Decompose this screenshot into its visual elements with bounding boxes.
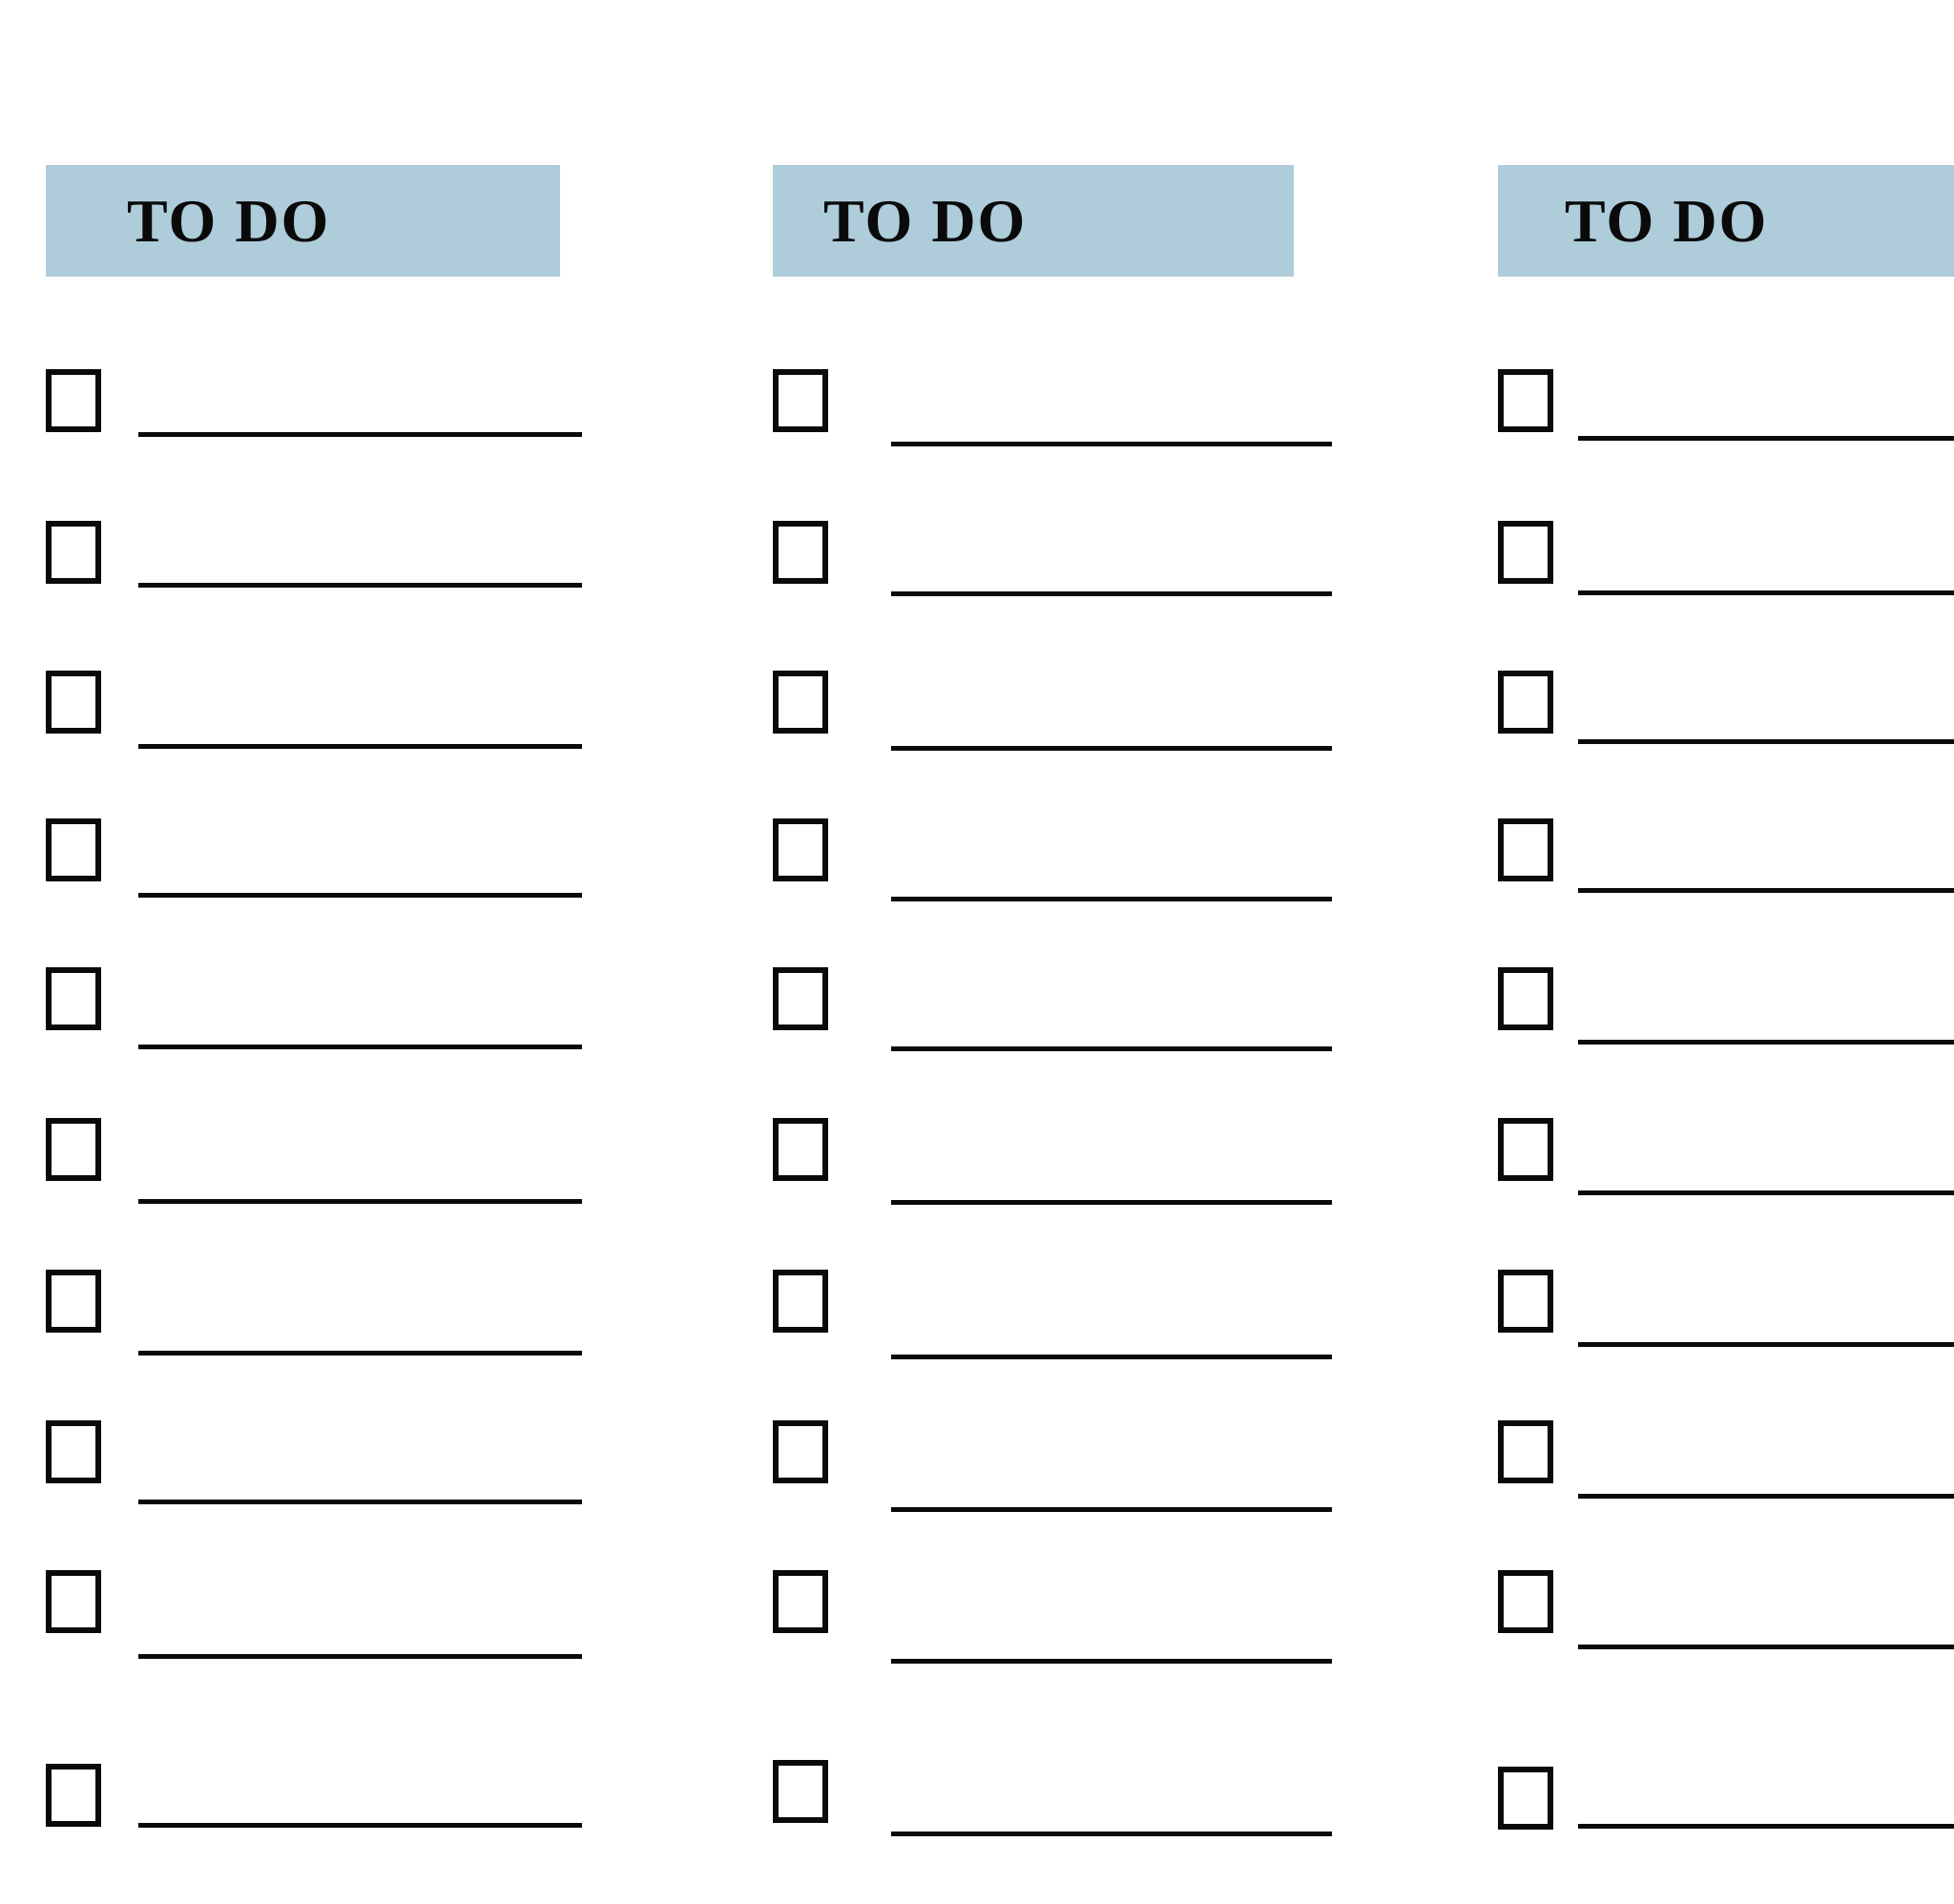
todo-write-line[interactable] — [1578, 1645, 1954, 1649]
todo-checkbox[interactable] — [1498, 967, 1553, 1030]
todo-checkbox[interactable] — [773, 521, 828, 584]
todo-checkbox[interactable] — [773, 1270, 828, 1333]
todo-checkbox[interactable] — [773, 1760, 828, 1823]
todo-column-1: TO DO — [46, 0, 618, 1904]
todo-checkbox[interactable] — [1498, 1270, 1553, 1333]
todo-write-line[interactable] — [138, 744, 582, 749]
todo-checkbox[interactable] — [46, 1118, 101, 1181]
todo-header-title-3: TO DO — [1565, 186, 1769, 255]
todo-write-line[interactable] — [891, 1659, 1332, 1664]
todo-checkbox[interactable] — [1498, 521, 1553, 584]
todo-header-banner-1: TO DO — [46, 165, 560, 277]
todo-write-line[interactable] — [1578, 1040, 1954, 1045]
todo-checkbox[interactable] — [773, 369, 828, 432]
todo-checkbox[interactable] — [1498, 1767, 1553, 1830]
todo-checkbox[interactable] — [773, 1118, 828, 1181]
todo-write-line[interactable] — [138, 1351, 582, 1356]
todo-checkbox[interactable] — [46, 671, 101, 734]
todo-write-line[interactable] — [891, 1507, 1332, 1512]
todo-checkbox[interactable] — [46, 967, 101, 1030]
todo-checkbox[interactable] — [773, 967, 828, 1030]
todo-write-line[interactable] — [1578, 436, 1954, 441]
todo-write-line[interactable] — [1578, 888, 1954, 893]
todo-write-line[interactable] — [138, 1199, 582, 1204]
todo-checkbox[interactable] — [773, 671, 828, 734]
todo-checkbox[interactable] — [1498, 818, 1553, 881]
todo-checkbox[interactable] — [46, 521, 101, 584]
todo-checkbox[interactable] — [1498, 1570, 1553, 1633]
todo-column-2: TO DO — [773, 0, 1345, 1904]
todo-checkbox[interactable] — [1498, 671, 1553, 734]
todo-sheet: TO DO TO DO TO DO — [0, 0, 1954, 1904]
todo-write-line[interactable] — [1578, 1494, 1954, 1499]
todo-write-line[interactable] — [138, 1045, 582, 1049]
todo-write-line[interactable] — [891, 1046, 1332, 1051]
todo-write-line[interactable] — [1578, 739, 1954, 744]
todo-write-line[interactable] — [1578, 1190, 1954, 1195]
todo-write-line[interactable] — [138, 1654, 582, 1659]
todo-write-line[interactable] — [138, 1823, 582, 1828]
todo-write-line[interactable] — [138, 583, 582, 588]
todo-column-3: TO DO — [1498, 0, 1954, 1904]
todo-checkbox[interactable] — [773, 818, 828, 881]
todo-write-line[interactable] — [138, 1500, 582, 1504]
todo-header-title-2: TO DO — [823, 186, 1028, 255]
todo-write-line[interactable] — [1578, 1824, 1954, 1829]
todo-checkbox[interactable] — [773, 1420, 828, 1483]
todo-checkbox[interactable] — [46, 818, 101, 881]
todo-write-line[interactable] — [891, 1355, 1332, 1359]
todo-write-line[interactable] — [891, 442, 1332, 446]
todo-checkbox[interactable] — [46, 1270, 101, 1333]
todo-checkbox[interactable] — [46, 1420, 101, 1483]
todo-header-banner-2: TO DO — [773, 165, 1294, 277]
todo-write-line[interactable] — [138, 432, 582, 437]
todo-checkbox[interactable] — [1498, 1420, 1553, 1483]
todo-write-line[interactable] — [891, 1200, 1332, 1205]
todo-checkbox[interactable] — [46, 1570, 101, 1633]
todo-checkbox[interactable] — [46, 369, 101, 432]
todo-header-title-1: TO DO — [127, 186, 331, 255]
todo-write-line[interactable] — [891, 591, 1332, 596]
todo-write-line[interactable] — [891, 1832, 1332, 1836]
todo-checkbox[interactable] — [1498, 1118, 1553, 1181]
todo-write-line[interactable] — [1578, 1342, 1954, 1347]
todo-header-banner-3: TO DO — [1498, 165, 1954, 277]
todo-write-line[interactable] — [138, 893, 582, 898]
todo-checkbox[interactable] — [773, 1570, 828, 1633]
todo-write-line[interactable] — [891, 897, 1332, 901]
todo-checkbox[interactable] — [1498, 369, 1553, 432]
todo-write-line[interactable] — [1578, 590, 1954, 595]
todo-write-line[interactable] — [891, 746, 1332, 751]
todo-checkbox[interactable] — [46, 1764, 101, 1827]
